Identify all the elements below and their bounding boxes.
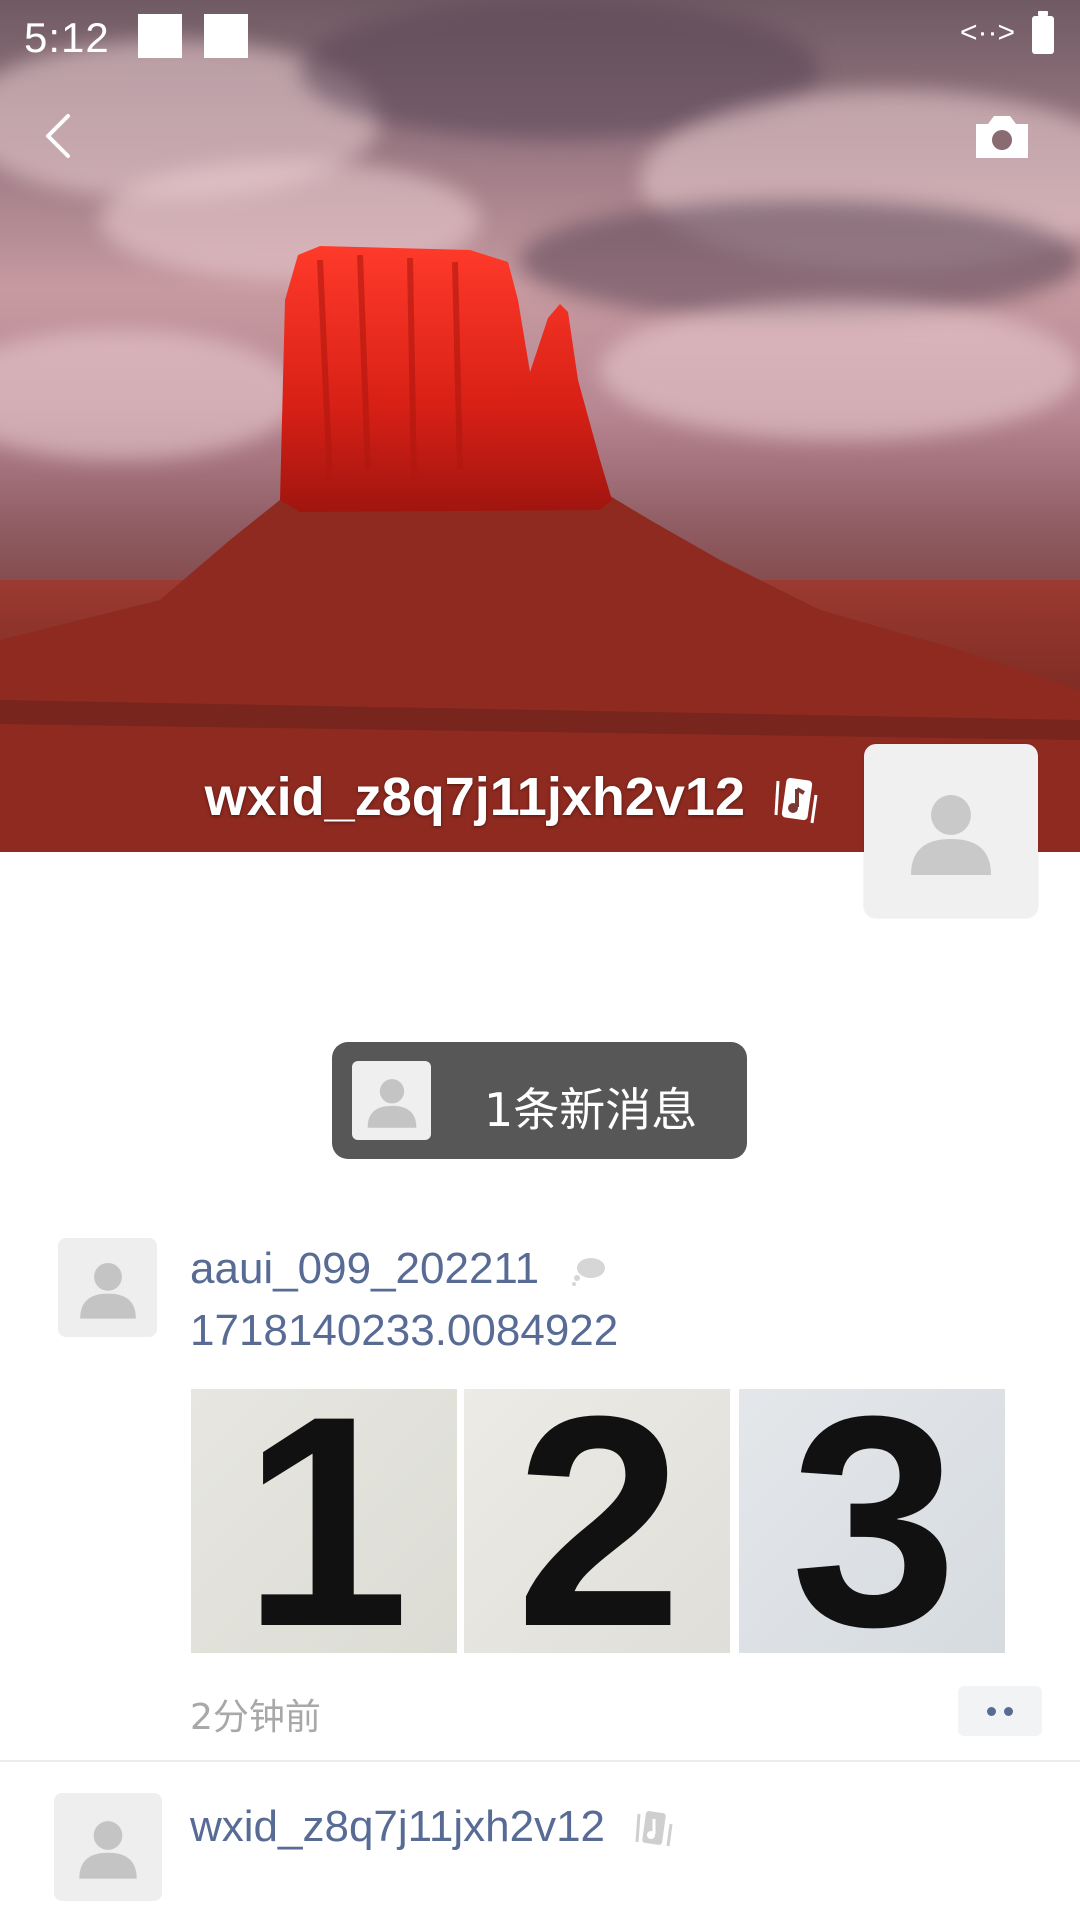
divider [0,1760,1080,1762]
profile-name[interactable]: wxid_z8q7j11jxh2v12 [205,766,822,828]
post-text: 1718140233.0084922 [190,1306,619,1355]
post-time: 2分钟前 [190,1697,321,1738]
post-avatar[interactable] [58,1238,157,1337]
cloud-status-icon [572,1258,606,1287]
status-time: 5:12 [24,14,110,61]
post-avatar[interactable] [54,1793,162,1901]
new-message-label: 1条新消息 [484,1083,698,1137]
music-note-badge-icon [635,1811,673,1847]
default-user-icon [79,1262,136,1319]
camera-icon[interactable] [972,112,1032,162]
default-user-icon [911,795,991,875]
notification-square-icon [204,14,248,58]
post-author-name: wxid_z8q7j11jxh2v12 [190,1802,606,1851]
status-bar: 5:12 <··> [0,0,1080,76]
post-image-3[interactable]: 3 [739,1389,1005,1653]
post-author-name: aaui_099_202211 [190,1244,540,1293]
data-transfer-icon: <··> [960,16,1016,49]
image-number: 2 [515,1389,683,1653]
post-image-2[interactable]: 2 [464,1389,730,1653]
profile-avatar[interactable] [864,744,1038,918]
default-user-icon [79,1821,137,1879]
profile-name-text: wxid_z8q7j11jxh2v12 [204,767,745,827]
notification-square-icon [138,14,182,58]
battery-icon [1032,11,1054,54]
music-note-badge-icon [774,777,818,823]
new-message-button[interactable]: 1条新消息 [332,1042,747,1159]
butte-landscape [0,246,1080,852]
default-user-icon [367,1078,416,1128]
chevron-left-icon[interactable] [32,108,88,164]
post-author[interactable]: wxid_z8q7j11jxh2v12 [190,1802,675,1852]
image-number: 1 [242,1389,410,1653]
cover-image[interactable] [0,0,1080,852]
post-author[interactable]: aaui_099_202211 [190,1244,607,1294]
post-image-1[interactable]: 1 [191,1389,457,1653]
more-dots-icon[interactable] [958,1686,1042,1736]
new-message-avatar [352,1061,431,1140]
image-number: 3 [790,1389,958,1653]
